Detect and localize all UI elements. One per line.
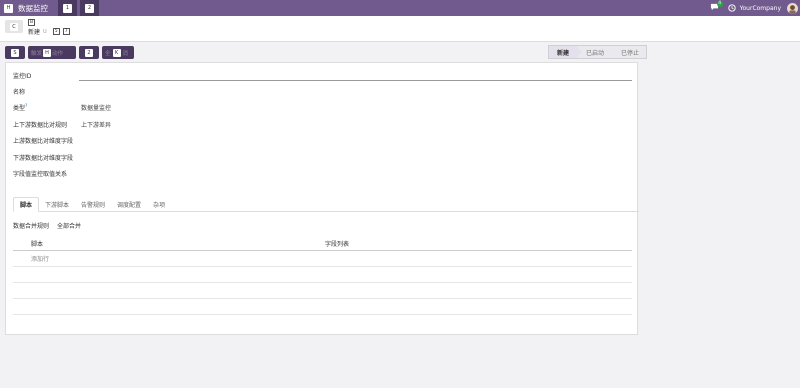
discard-label-2: 消 xyxy=(122,50,129,57)
field-upstream-dims[interactable]: 上游数据比对维度字段 xyxy=(13,136,103,145)
menu-shortcut-key: 2 xyxy=(85,3,94,13)
control-panel: C B 新建 U 5 7 xyxy=(0,16,800,42)
script-table: 脚本 字段列表 添加行 xyxy=(13,237,632,315)
trigger-action-label-2: 动作 xyxy=(52,50,64,57)
column-header-script[interactable]: 脚本 xyxy=(13,239,325,248)
trigger-action-button[interactable]: 触发 H 动作 xyxy=(28,46,76,59)
company-switcher[interactable]: YourCompany xyxy=(740,5,781,12)
pager-next-key[interactable]: 7 xyxy=(62,28,70,35)
type-select[interactable]: 数据量监控 xyxy=(81,103,111,112)
discard-button[interactable]: 全 K 消 xyxy=(102,46,134,59)
status-step-stopped[interactable]: 已停止 xyxy=(611,46,646,58)
field-label: 下游数据比对维度字段 xyxy=(13,155,74,162)
top-menu-item-2[interactable]: 2 xyxy=(80,0,99,16)
field-name[interactable]: 名称 xyxy=(13,87,81,96)
tab-script[interactable]: 脚本 xyxy=(13,197,40,212)
notebook-tabs: 脚本 下游脚本 告警规则 调度配置 杂项 xyxy=(13,197,639,212)
top-navbar: H 数据监控 1 2 4 YourCompany xyxy=(0,0,800,16)
table-row xyxy=(13,267,632,283)
monitor-id-input[interactable] xyxy=(79,80,632,81)
breadcrumb-current: 新建 xyxy=(28,29,41,36)
field-label: 监控ID xyxy=(13,73,32,80)
field-label: 类型? xyxy=(13,104,28,112)
discard-label: 全 xyxy=(105,50,111,57)
field-label: 上游数据比对维度字段 xyxy=(13,138,74,145)
add-line-link[interactable]: 添加行 xyxy=(13,254,49,263)
field-type[interactable]: 类型? 数据量监控 xyxy=(13,103,111,112)
action-2-key: 2 xyxy=(85,48,93,57)
merge-rule-row: 数据合并规则 全部合并 xyxy=(13,221,81,230)
app-title[interactable]: 数据监控 xyxy=(18,3,48,14)
save-shortcut-key: S xyxy=(11,48,19,57)
menu-shortcut-key: 1 xyxy=(63,3,72,13)
gear-icon[interactable]: U xyxy=(43,29,47,35)
clock-icon[interactable] xyxy=(727,4,736,12)
compare-rule-select[interactable]: 上下游差异 xyxy=(81,120,111,129)
trigger-action-label: 触发 xyxy=(31,50,43,57)
tab-schedule[interactable]: 调度配置 xyxy=(111,197,147,212)
merge-rule-label: 数据合并规则 xyxy=(13,223,50,230)
discard-key: K xyxy=(112,48,121,57)
table-row xyxy=(13,299,632,315)
app-shortcut-key: H xyxy=(4,3,13,13)
table-row xyxy=(13,283,632,299)
field-value-relation[interactable]: 字段值监控取值关系 xyxy=(13,169,103,178)
chat-badge: 4 xyxy=(716,1,723,7)
chat-icon[interactable]: 4 xyxy=(710,1,723,13)
field-compare-rule[interactable]: 上下游数据比对规则 上下游差异 xyxy=(13,120,111,129)
action-row: S 触发 H 动作 2 全 K 消 新建 已启动 已停止 xyxy=(0,42,800,62)
app-menu-button[interactable]: H 数据监控 xyxy=(0,0,52,16)
back-button[interactable]: C xyxy=(5,20,23,33)
field-monitor-id: 监控ID xyxy=(13,71,81,80)
save-button[interactable]: S xyxy=(5,46,25,59)
trigger-action-key: H xyxy=(43,48,52,57)
field-downstream-dims[interactable]: 下游数据比对维度字段 xyxy=(13,153,103,162)
tab-downstream-script[interactable]: 下游脚本 xyxy=(39,197,75,212)
field-label: 名称 xyxy=(13,89,26,96)
action-button-2[interactable]: 2 xyxy=(79,46,99,59)
tab-misc[interactable]: 杂项 xyxy=(147,197,171,212)
pager-prev-key[interactable]: 5 xyxy=(52,28,60,35)
status-step-new[interactable]: 新建 xyxy=(549,46,583,58)
help-icon[interactable]: ? xyxy=(25,104,27,109)
table-row: 添加行 xyxy=(13,251,632,267)
table-header: 脚本 字段列表 xyxy=(13,237,632,251)
breadcrumb: B 新建 U 5 7 xyxy=(28,19,70,36)
field-label: 字段值监控取值关系 xyxy=(13,171,68,178)
user-avatar[interactable] xyxy=(787,2,798,14)
tab-alert-rules[interactable]: 告警规则 xyxy=(75,197,111,212)
top-menu-item-1[interactable]: 1 xyxy=(58,0,77,16)
status-bar: 新建 已启动 已停止 xyxy=(548,45,648,59)
column-header-fields[interactable]: 字段列表 xyxy=(325,239,349,248)
breadcrumb-parent-key[interactable]: B xyxy=(28,19,35,26)
field-label: 上下游数据比对规则 xyxy=(13,122,68,129)
form-sheet: 监控ID 名称 类型? 数据量监控 上下游数据比对规则 上下游差异 上游数据比对… xyxy=(5,62,639,335)
merge-rule-select[interactable]: 全部合并 xyxy=(57,221,81,230)
back-shortcut-key: C xyxy=(10,22,18,31)
